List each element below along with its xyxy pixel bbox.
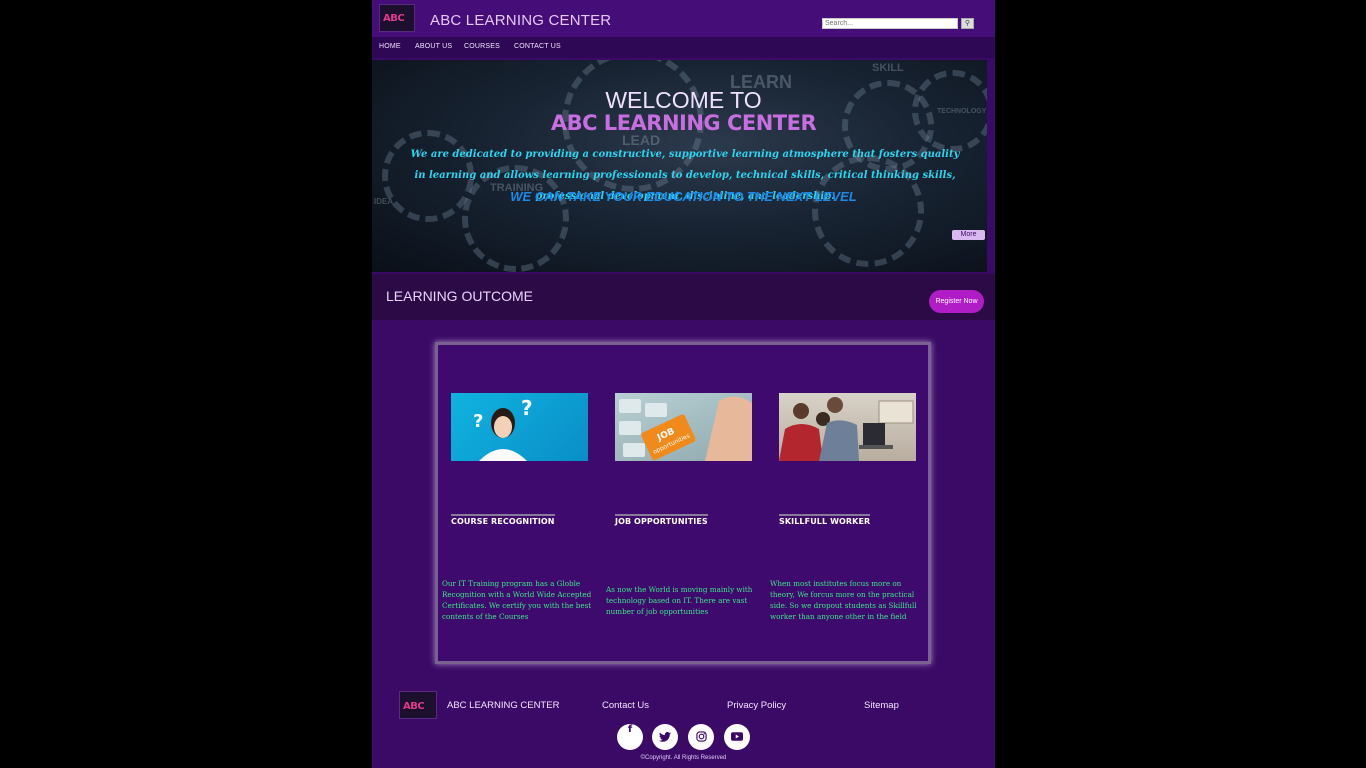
- card-text: When most institutes focus more on theor…: [770, 579, 917, 621]
- section-title: LEARNING OUTCOME: [386, 288, 534, 304]
- hero-bg-word: SKILL: [872, 62, 904, 74]
- outcome-panel: ? ? JOB opportunities COURSE RECOGNITION…: [435, 342, 931, 664]
- nav-item-courses[interactable]: COURSES: [464, 43, 500, 50]
- more-button[interactable]: More: [952, 230, 985, 240]
- hero-tagline: WE CAN TAKE YOUR EDUCATION TO THE NEXT L…: [510, 189, 857, 204]
- card-text: Our IT Training program has a Globle Rec…: [442, 579, 592, 621]
- facebook-icon[interactable]: f: [617, 724, 643, 750]
- copyright: ©Copyright. All Rights Reserved: [640, 755, 727, 761]
- logo-text: ABC: [383, 13, 405, 24]
- job-opportunities-image: JOB opportunities: [615, 393, 752, 461]
- register-button[interactable]: Register Now: [929, 290, 984, 313]
- header: ABC ABC LEARNING CENTER ⚲: [372, 0, 995, 37]
- hero-center-name: ABC LEARNING CENTER: [550, 111, 817, 135]
- card-title: SKILLFULL WORKER: [779, 514, 871, 526]
- search-icon: ⚲: [964, 20, 971, 27]
- svg-text:?: ?: [521, 396, 533, 420]
- course-recognition-image: ? ?: [451, 393, 588, 461]
- site-logo[interactable]: ABC: [379, 4, 415, 32]
- footer-site-name: ABC LEARNING CENTER: [447, 700, 560, 711]
- logo-text: ABC: [403, 701, 425, 712]
- main-nav: HOME ABOUT US COURSES CONTACT US: [372, 37, 995, 58]
- twitter-icon[interactable]: [652, 724, 678, 750]
- footer-link-contact-us[interactable]: Contact Us: [602, 700, 649, 711]
- instagram-icon[interactable]: [688, 724, 714, 750]
- footer-logo[interactable]: ABC: [399, 691, 437, 719]
- footer-link-sitemap[interactable]: Sitemap: [864, 700, 899, 711]
- nav-item-about-us[interactable]: ABOUT US: [415, 43, 452, 50]
- search-input[interactable]: [822, 18, 958, 29]
- outcome-bar: LEARNING OUTCOME Register Now: [372, 274, 995, 320]
- footer-link-privacy-policy[interactable]: Privacy Policy: [727, 700, 786, 711]
- skillful-worker-image: [779, 393, 916, 461]
- card-text: As now the World is moving mainly with t…: [606, 585, 753, 616]
- hero-welcome: WELCOME TO: [605, 87, 762, 113]
- search-button[interactable]: ⚲: [961, 18, 974, 29]
- card-title: JOB OPPORTUNITIES: [615, 514, 708, 526]
- svg-text:?: ?: [473, 411, 483, 432]
- page: ABC ABC LEARNING CENTER ⚲ HOME ABOUT US …: [372, 0, 995, 768]
- hero-banner: LEARN SKILL TECHNOLOGY LEAD TRAINING IDE…: [372, 60, 987, 272]
- site-title: ABC LEARNING CENTER: [430, 12, 612, 29]
- nav-item-contact-us[interactable]: CONTACT US: [514, 43, 561, 50]
- youtube-icon[interactable]: [724, 724, 750, 750]
- card-title: COURSE RECOGNITION: [451, 514, 555, 526]
- nav-item-home[interactable]: HOME: [379, 43, 401, 50]
